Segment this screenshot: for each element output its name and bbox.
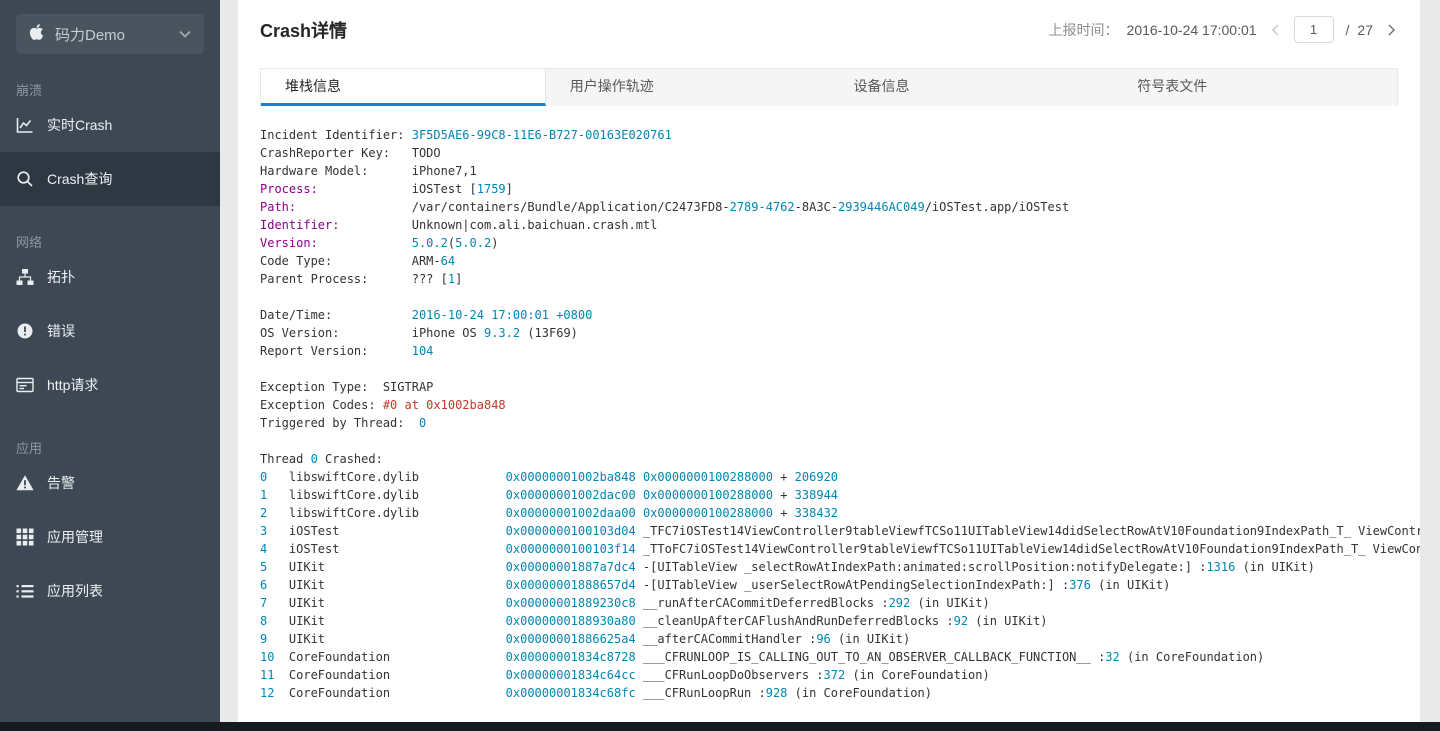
prev-page-button[interactable] <box>1269 22 1282 38</box>
sidebar-section-label: 应用 <box>16 441 43 456</box>
crash-log-line: Exception Codes: #0 at 0x1002ba848 <box>260 398 506 412</box>
chevron-right-icon <box>1388 24 1395 35</box>
crash-log-line: 12 CoreFoundation 0x00000001834c68fc ___… <box>260 686 932 700</box>
crash-log: Incident Identifier: 3F5D5AE6-99C8-11E6-… <box>260 126 1420 704</box>
sidebar-item-label: 告警 <box>47 475 75 491</box>
tab-label: 堆栈信息 <box>285 78 341 94</box>
crash-log-line: 9 UIKit 0x00000001886625a4 __afterCAComm… <box>260 632 911 646</box>
crash-log-line: Report Version: 104 <box>260 344 434 358</box>
tab-label: 设备信息 <box>853 78 910 94</box>
pager-area: 上报时间： 2016-10-24 17:00:01 / 27 <box>1049 16 1398 43</box>
chart-line-icon <box>16 118 33 133</box>
sidebar-item-label: Crash查询 <box>47 171 113 187</box>
sidebar-item-应用列表[interactable]: 应用列表 <box>0 564 220 618</box>
sidebar-item-Crash查询[interactable]: Crash查询 <box>0 152 220 206</box>
panel-header: Crash详情 上报时间： 2016-10-24 17:00:01 / 27 <box>238 0 1420 43</box>
tab-bar: 堆栈信息 用户操作轨迹 设备信息 符号表文件 <box>260 68 1398 106</box>
crash-log-line: Exception Type: SIGTRAP <box>260 380 434 394</box>
grid-icon <box>16 528 34 546</box>
crash-log-line: 1 libswiftCore.dylib 0x00000001002dac00 … <box>260 488 839 502</box>
crash-log-line: OS Version: iPhone OS 9.3.2 (13F69) <box>260 326 578 340</box>
crash-detail-panel: Crash详情 上报时间： 2016-10-24 17:00:01 / 27 堆… <box>238 0 1420 722</box>
search-icon <box>17 171 33 187</box>
page-number-input[interactable] <box>1293 16 1334 43</box>
crash-log-line: 10 CoreFoundation 0x00000001834c8728 ___… <box>260 650 1265 664</box>
crash-log-line: 8 UIKit 0x0000000188930a80 __cleanUpAfte… <box>260 614 1048 628</box>
crash-log-line: Identifier: Unknown|com.ali.baichuan.cra… <box>260 218 658 232</box>
chevron-down-icon <box>179 30 191 38</box>
tab-堆栈信息[interactable]: 堆栈信息 <box>261 69 546 106</box>
sidebar-item-label: http请求 <box>47 377 99 393</box>
tab-设备信息[interactable]: 设备信息 <box>830 69 1114 106</box>
error-circle-icon <box>17 323 33 339</box>
app-selector[interactable]: 码力Demo <box>16 14 204 54</box>
crash-log-line: Version: 5.0.2(5.0.2) <box>260 236 499 250</box>
page-title: Crash详情 <box>260 20 348 41</box>
sidebar-section-label: 网络 <box>16 235 43 250</box>
sidebar-item-告警[interactable]: 告警 <box>0 456 220 510</box>
topology-icon <box>16 269 34 285</box>
crash-log-line: Incident Identifier: 3F5D5AE6-99C8-11E6-… <box>260 128 672 142</box>
crash-log-line: CrashReporter Key: TODO <box>260 146 441 160</box>
next-page-button[interactable] <box>1385 22 1398 38</box>
crash-log-line: 2 libswiftCore.dylib 0x00000001002daa00 … <box>260 506 839 520</box>
crash-log-line <box>260 360 1420 378</box>
sidebar: 码力Demo 崩溃实时Crash Crash查询网络拓扑错误 http请求应用告警应… <box>0 0 220 722</box>
chevron-left-icon <box>1271 24 1279 35</box>
pager-total: 27 <box>1357 21 1373 38</box>
crash-log-line: Date/Time: 2016-10-24 17:00:01 +0800 <box>260 308 593 322</box>
crash-log-line: 7 UIKit 0x00000001889230c8 __runAfterCAC… <box>260 596 990 610</box>
crash-log-line: 6 UIKit 0x00000001888657d4 -[UITableView… <box>260 578 1171 592</box>
sidebar-item-应用管理[interactable]: 应用管理 <box>0 510 220 564</box>
tab-符号表文件[interactable]: 符号表文件 <box>1113 69 1397 106</box>
tab-用户操作轨迹[interactable]: 用户操作轨迹 <box>546 69 830 106</box>
crash-log-line: Path: /var/containers/Bundle/Application… <box>260 200 1070 214</box>
sidebar-item-label: 实时Crash <box>47 117 113 133</box>
sidebar-item-错误[interactable]: 错误 <box>0 304 220 358</box>
sidebar-item-label: 拓扑 <box>47 269 75 285</box>
sidebar-item-label: 错误 <box>47 323 75 339</box>
crash-log-line: Triggered by Thread: 0 <box>260 416 427 430</box>
crash-log-line: 0 libswiftCore.dylib 0x00000001002ba848 … <box>260 470 839 484</box>
bottom-scrollbar[interactable] <box>0 722 1440 731</box>
report-time-label: 上报时间： <box>1048 21 1119 38</box>
crash-log-line: Code Type: ARM-64 <box>260 254 456 268</box>
sidebar-item-label: 应用列表 <box>47 583 103 599</box>
tab-label: 用户操作轨迹 <box>569 78 654 94</box>
crash-log-line: 13 CoreFoundation 0x00000001833f0c50 _CF… <box>260 702 1420 704</box>
tab-label: 符号表文件 <box>1137 78 1208 94</box>
crash-log-line: Thread 0 Crashed: <box>260 452 383 466</box>
sidebar-nav: 崩溃实时Crash Crash查询网络拓扑错误 http请求应用告警应用管理应用列表 <box>0 80 220 618</box>
pager-separator: / <box>1345 21 1350 38</box>
browser-icon <box>16 377 34 393</box>
crash-log-line: Parent Process: ??? [1] <box>260 272 463 286</box>
app-selector-label: 码力Demo <box>55 26 126 44</box>
crash-log-line <box>260 432 1420 450</box>
alert-triangle-icon <box>16 475 34 491</box>
apple-icon <box>29 24 44 40</box>
report-time-value: 2016-10-24 17:00:01 <box>1126 21 1257 38</box>
list-icon <box>16 585 34 598</box>
sidebar-item-http请求[interactable]: http请求 <box>0 358 220 412</box>
crash-log-line: 3 iOSTest 0x0000000100103d04 _TFC7iOSTes… <box>260 524 1420 538</box>
crash-log-line: Hardware Model: iPhone7,1 <box>260 164 477 178</box>
crash-log-line: Process: iOSTest [1759] <box>260 182 513 196</box>
sidebar-item-label: 应用管理 <box>47 529 103 545</box>
crash-log-line: 4 iOSTest 0x0000000100103f14 _TToFC7iOST… <box>260 542 1420 556</box>
crash-log-line <box>260 288 1420 306</box>
crash-log-line: 5 UIKit 0x00000001887a7dc4 -[UITableView… <box>260 560 1315 574</box>
sidebar-section-label: 崩溃 <box>16 83 43 98</box>
sidebar-item-拓扑[interactable]: 拓扑 <box>0 250 220 304</box>
sidebar-item-实时Crash[interactable]: 实时Crash <box>0 98 220 152</box>
chevron-down-icon-slot <box>179 30 191 38</box>
apple-icon-slot <box>29 23 44 45</box>
crash-log-line: 11 CoreFoundation 0x00000001834c64cc ___… <box>260 668 990 682</box>
